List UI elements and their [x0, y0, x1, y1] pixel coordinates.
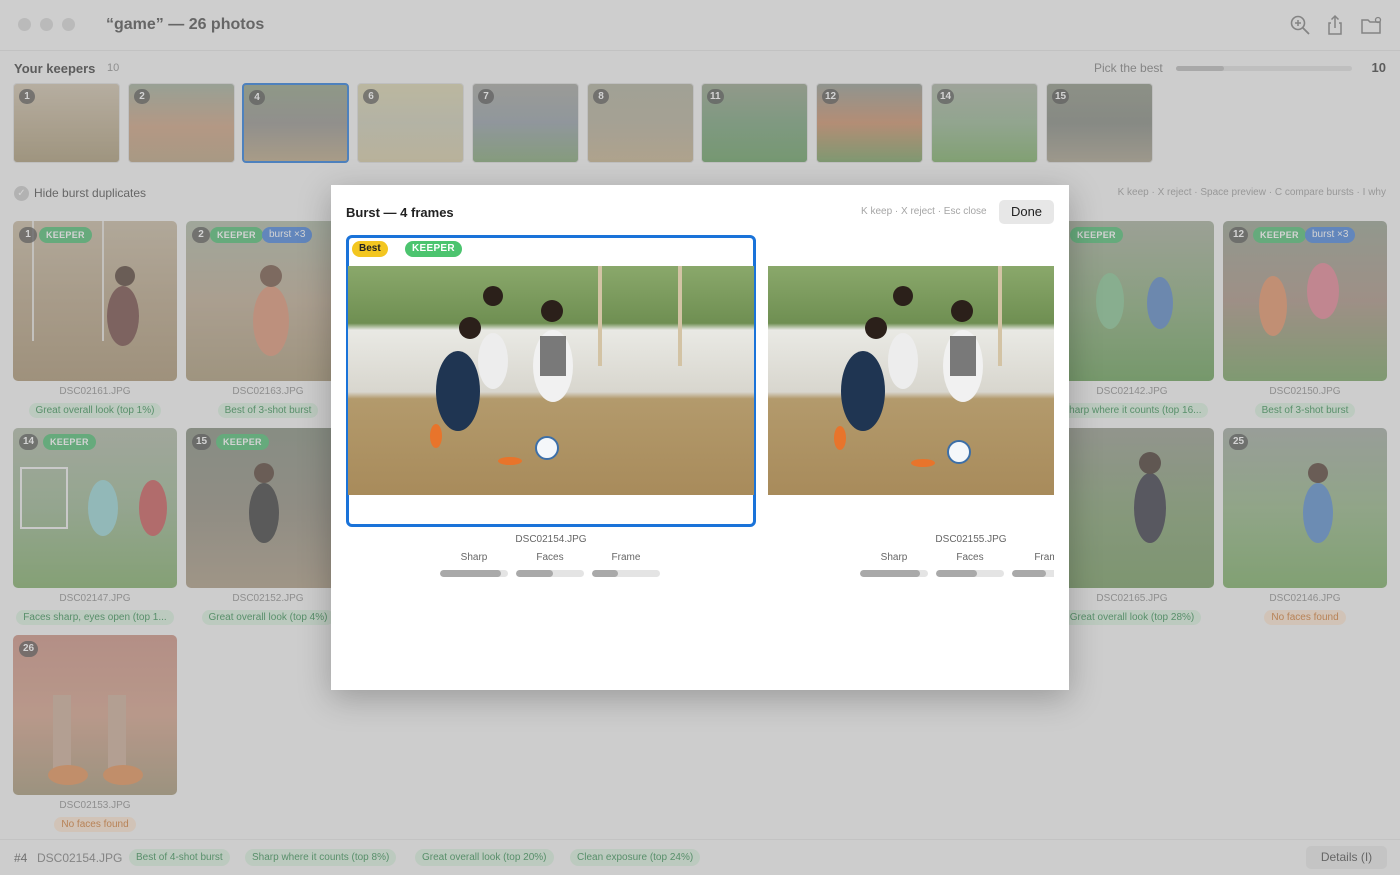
keeper-badge: KEEPER [405, 241, 462, 257]
done-button[interactable]: Done [999, 200, 1054, 224]
frame-photo [348, 266, 754, 495]
dialog-title: Burst — 4 frames [346, 205, 454, 220]
faces-metric: Faces [936, 552, 1004, 577]
best-badge: Best [352, 241, 388, 257]
faces-metric: Faces [516, 552, 584, 577]
dialog-right-clip [1054, 230, 1069, 690]
sharp-metric: Sharp [440, 552, 508, 577]
dialog-keyboard-hints: K keep · X reject · Esc close [861, 206, 987, 217]
sharp-metric: Sharp [860, 552, 928, 577]
burst-compare-dialog: Burst — 4 frames K keep · X reject · Esc… [331, 185, 1069, 690]
frame-metric: Frame [592, 552, 660, 577]
frame-photo [768, 266, 1069, 495]
frame-file-name: DSC02155.JPG [935, 534, 1007, 545]
frame-file-name: DSC02154.JPG [515, 534, 587, 545]
